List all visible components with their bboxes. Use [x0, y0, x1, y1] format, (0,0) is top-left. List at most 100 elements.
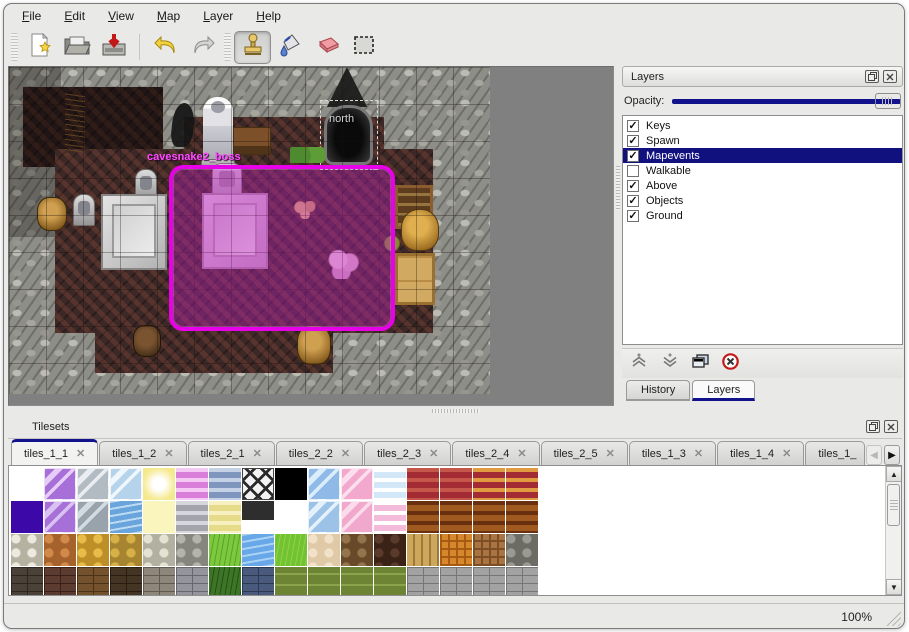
tile-swatch[interactable]: [143, 567, 175, 596]
tile-swatch[interactable]: [77, 501, 109, 533]
checkbox-unchecked-icon[interactable]: [627, 165, 639, 177]
tile-swatch[interactable]: [242, 567, 274, 596]
menu-item-file[interactable]: File: [11, 5, 52, 27]
tile-swatch[interactable]: [110, 468, 142, 500]
select-rect-button[interactable]: [345, 31, 382, 64]
tile-swatch[interactable]: [44, 567, 76, 596]
tile-swatch[interactable]: [77, 534, 109, 566]
close-tab-icon[interactable]: ✕: [606, 447, 615, 460]
tile-swatch[interactable]: [143, 468, 175, 500]
tile-swatch[interactable]: [11, 501, 43, 533]
opacity-slider[interactable]: [672, 93, 901, 109]
tilesets-titlebar[interactable]: Tilesets: [8, 415, 902, 439]
tile-swatch[interactable]: [275, 567, 307, 596]
raise-layer-icon[interactable]: [630, 353, 648, 374]
tile-swatch[interactable]: [407, 534, 439, 566]
menu-item-map[interactable]: Map: [146, 5, 191, 27]
close-tab-icon[interactable]: ✕: [253, 447, 262, 460]
close-panel-icon[interactable]: [884, 420, 898, 433]
tile-swatch[interactable]: [473, 567, 505, 596]
tile-swatch[interactable]: [374, 501, 406, 533]
event-selection-rect[interactable]: [169, 165, 395, 331]
tile-swatch[interactable]: [308, 534, 340, 566]
save-button[interactable]: [95, 31, 132, 64]
close-tab-icon[interactable]: ✕: [341, 447, 350, 460]
tile-swatch[interactable]: [308, 567, 340, 596]
close-tab-icon[interactable]: ✕: [429, 447, 438, 460]
tile-swatch[interactable]: [407, 567, 439, 596]
tile-swatch[interactable]: [374, 468, 406, 500]
close-tab-icon[interactable]: ✕: [517, 447, 526, 460]
tile-swatch[interactable]: [209, 468, 241, 500]
tile-swatch[interactable]: [341, 468, 373, 500]
lower-layer-icon[interactable]: [661, 353, 679, 374]
tile-swatch[interactable]: [275, 501, 307, 533]
toolbar-grip[interactable]: [224, 33, 231, 61]
tileset-tab-tiles_1_[interactable]: tiles_1_✕: [805, 441, 865, 465]
resize-grip[interactable]: [883, 608, 901, 626]
tile-swatch[interactable]: [110, 501, 142, 533]
checkbox-checked-icon[interactable]: ✓: [627, 210, 639, 222]
tile-swatch[interactable]: [308, 501, 340, 533]
tile-swatch[interactable]: [242, 501, 274, 533]
tile-swatch[interactable]: [440, 468, 472, 500]
opacity-slider-handle[interactable]: [875, 93, 901, 109]
tileset-scrollbar[interactable]: ▲ ▼: [885, 466, 901, 595]
scrollbar-thumb[interactable]: [887, 484, 900, 526]
menu-item-edit[interactable]: Edit: [53, 5, 96, 27]
tile-swatch[interactable]: [242, 534, 274, 566]
tile-swatch[interactable]: [341, 501, 373, 533]
layer-row-spawn[interactable]: ✓Spawn: [623, 133, 902, 148]
tile-swatch[interactable]: [11, 567, 43, 596]
tile-swatch[interactable]: [209, 501, 241, 533]
tile-swatch[interactable]: [341, 534, 373, 566]
tile-swatch[interactable]: [176, 567, 208, 596]
tile-swatch[interactable]: [176, 468, 208, 500]
checkbox-checked-icon[interactable]: ✓: [627, 180, 639, 192]
layer-row-walkable[interactable]: Walkable: [623, 163, 902, 178]
tileset-tab-tiles_2_5[interactable]: tiles_2_5✕: [541, 441, 628, 465]
tile-swatch[interactable]: [506, 501, 538, 533]
redo-button[interactable]: [184, 31, 221, 64]
layer-row-keys[interactable]: ✓Keys: [623, 118, 902, 133]
fill-button[interactable]: [271, 31, 308, 64]
tileset-tab-tiles_1_2[interactable]: tiles_1_2✕: [99, 441, 186, 465]
tile-swatch[interactable]: [209, 567, 241, 596]
menu-item-view[interactable]: View: [97, 5, 145, 27]
layer-row-ground[interactable]: ✓Ground: [623, 208, 902, 223]
scroll-up-icon[interactable]: ▲: [886, 466, 902, 482]
tile-swatch[interactable]: [275, 468, 307, 500]
close-tab-icon[interactable]: ✕: [782, 447, 791, 460]
tile-swatch[interactable]: [374, 567, 406, 596]
dock-tab-layers[interactable]: Layers: [692, 380, 755, 401]
map-viewport[interactable]: cavesnake2_boss north: [9, 67, 490, 394]
checkbox-checked-icon[interactable]: ✓: [627, 120, 639, 132]
close-tab-icon[interactable]: ✕: [864, 447, 865, 460]
tile-swatch[interactable]: [44, 468, 76, 500]
tile-swatch[interactable]: [11, 468, 43, 500]
stamp-button[interactable]: [234, 31, 271, 64]
tileset-tab-tiles_2_4[interactable]: tiles_2_4✕: [452, 441, 539, 465]
checkbox-checked-icon[interactable]: ✓: [627, 150, 639, 162]
tile-swatch[interactable]: [44, 534, 76, 566]
tile-swatch[interactable]: [374, 534, 406, 566]
tile-swatch[interactable]: [275, 534, 307, 566]
tileset-tab-tiles_2_2[interactable]: tiles_2_2✕: [276, 441, 363, 465]
close-tab-icon[interactable]: ✕: [164, 447, 173, 460]
checkbox-checked-icon[interactable]: ✓: [627, 195, 639, 207]
tile-swatch[interactable]: [143, 501, 175, 533]
close-tab-icon[interactable]: ✕: [76, 447, 85, 460]
tileset-tab-tiles_2_1[interactable]: tiles_2_1✕: [188, 441, 275, 465]
tileset-tab-tiles_1_1[interactable]: tiles_1_1✕: [11, 439, 98, 465]
tile-swatch[interactable]: [506, 534, 538, 566]
tile-swatch[interactable]: [176, 534, 208, 566]
tileset-tab-tiles_1_3[interactable]: tiles_1_3✕: [629, 441, 716, 465]
open-folder-button[interactable]: [58, 31, 95, 64]
vertical-splitter[interactable]: [615, 66, 621, 406]
tile-swatch[interactable]: [506, 468, 538, 500]
map-canvas[interactable]: cavesnake2_boss north: [8, 66, 614, 406]
delete-layer-icon[interactable]: [722, 353, 739, 375]
tile-swatch[interactable]: [176, 501, 208, 533]
tileset-tab-tiles_2_3[interactable]: tiles_2_3✕: [364, 441, 451, 465]
layer-row-objects[interactable]: ✓Objects: [623, 193, 902, 208]
